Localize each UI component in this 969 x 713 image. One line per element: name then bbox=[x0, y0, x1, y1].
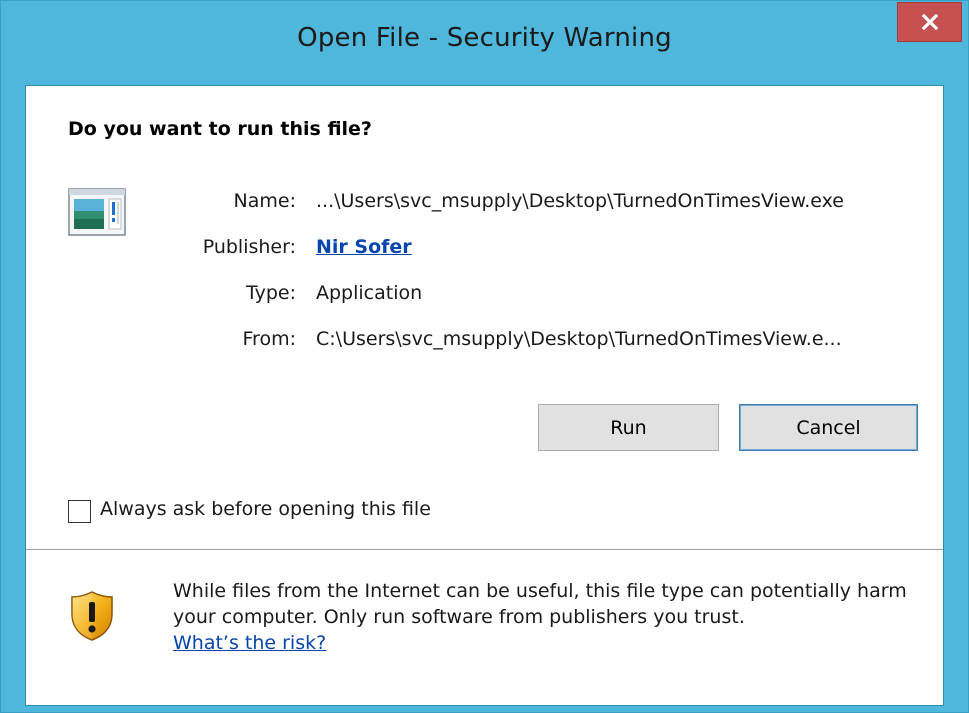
security-warning-window: Open File - Security Warning Do you want… bbox=[0, 0, 969, 713]
publisher-value-wrapper: Nir Sofer bbox=[316, 236, 412, 258]
warning-section: While files from the Internet can be use… bbox=[26, 550, 943, 705]
name-value: ...\Users\svc_msupply\Desktop\TurnedOnTi… bbox=[316, 190, 844, 212]
dialog-body: Do you want to run this file? Name: ...\… bbox=[25, 85, 944, 706]
title-bar[interactable]: Open File - Security Warning bbox=[1, 1, 968, 85]
close-icon bbox=[921, 13, 938, 31]
type-value: Application bbox=[316, 282, 423, 304]
run-button[interactable]: Run bbox=[538, 404, 719, 451]
name-label: Name: bbox=[233, 190, 296, 212]
type-label: Type: bbox=[245, 282, 296, 304]
publisher-link[interactable]: Nir Sofer bbox=[316, 236, 412, 258]
details-section: Do you want to run this file? Name: ...\… bbox=[26, 86, 943, 549]
window-title: Open File - Security Warning bbox=[297, 23, 672, 53]
publisher-label: Publisher: bbox=[202, 236, 296, 258]
dialog-question: Do you want to run this file? bbox=[68, 118, 372, 140]
always-ask-label[interactable]: Always ask before opening this file bbox=[100, 498, 431, 520]
always-ask-checkbox[interactable] bbox=[68, 500, 91, 523]
from-value: C:\Users\svc_msupply\Desktop\TurnedOnTim… bbox=[316, 328, 842, 350]
cancel-button[interactable]: Cancel bbox=[739, 404, 918, 451]
security-shield-icon bbox=[71, 591, 113, 641]
whats-the-risk-link[interactable]: What’s the risk? bbox=[173, 632, 326, 654]
warning-message: While files from the Internet can be use… bbox=[173, 580, 907, 628]
close-button[interactable] bbox=[897, 2, 962, 42]
from-label: From: bbox=[242, 328, 296, 350]
